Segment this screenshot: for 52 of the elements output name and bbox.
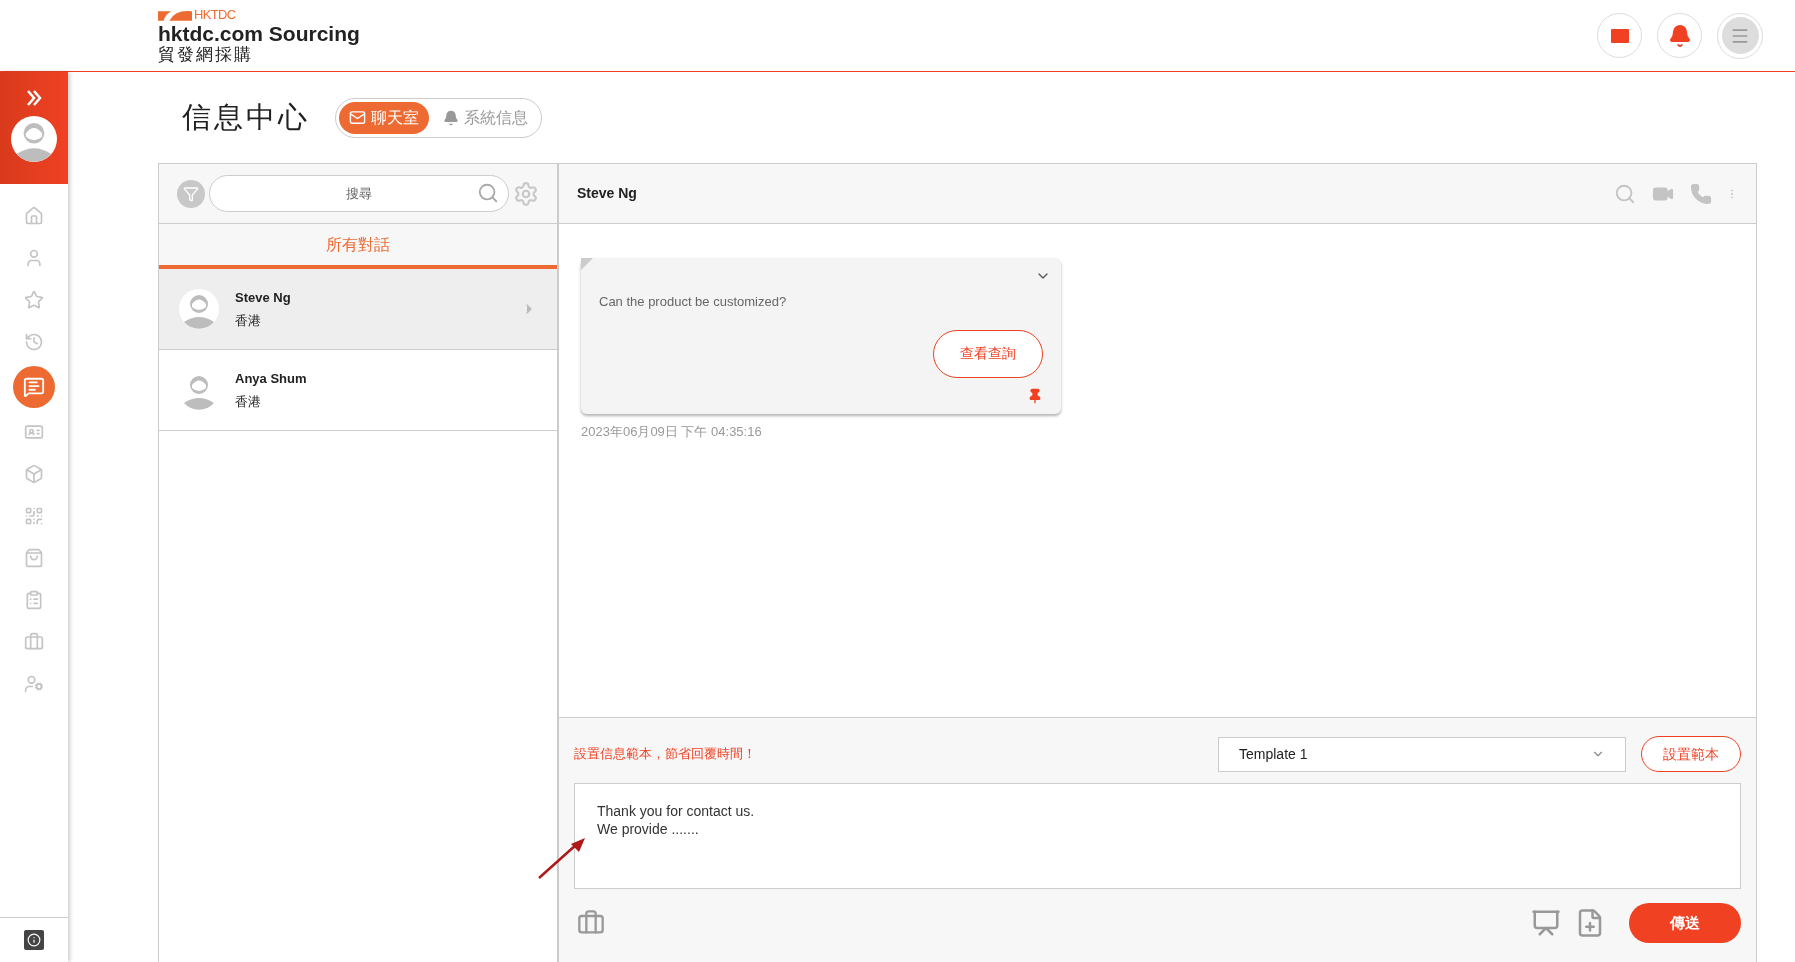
page-title: 信息中心	[182, 99, 310, 135]
sidebar-item[interactable]	[13, 366, 55, 408]
logo-wave-icon	[158, 8, 192, 21]
message-timestamp: 2023年06月09日 下午 04:35:16	[581, 422, 763, 441]
conversation-item[interactable]: Steve Ng 香港	[159, 269, 557, 350]
star-icon	[24, 290, 44, 310]
chat-contact-name: Steve Ng	[577, 184, 638, 203]
avatar-icon	[11, 116, 57, 162]
annotation-arrow	[537, 836, 587, 880]
filter-icon	[183, 185, 199, 202]
conversation-filter-tab[interactable]: 所有對話	[326, 232, 390, 257]
set-template-button[interactable]: 設置範本	[1641, 736, 1741, 772]
bag-icon	[24, 548, 44, 568]
briefcase-icon	[24, 632, 44, 652]
template-hint: 設置信息範本，節省回覆時間！	[574, 745, 757, 764]
view-inquiry-button[interactable]: 查看查詢	[933, 329, 1043, 378]
corner-fold-icon	[581, 258, 593, 270]
tab[interactable]: 聊天室	[339, 101, 429, 134]
template-dropdown[interactable]: Template 1	[1218, 736, 1626, 772]
user-gear-icon	[24, 674, 44, 694]
contact-location: 香港	[235, 392, 262, 411]
chat-icon	[23, 376, 45, 398]
message-field[interactable]: Thank you for contact us. We provide .......	[574, 783, 1741, 889]
avatar-icon	[179, 289, 219, 329]
settings-icon[interactable]	[513, 180, 539, 207]
message-text: Can the product be customized?	[599, 293, 788, 311]
id-card-icon	[24, 422, 44, 442]
logo-mark: HKTDC	[194, 8, 236, 21]
info-button[interactable]	[24, 930, 44, 950]
brand-subtitle: 貿發網採購	[158, 46, 254, 63]
history-icon	[24, 332, 44, 352]
contact-location: 香港	[235, 311, 262, 330]
filter-button[interactable]	[177, 179, 205, 208]
search-icon[interactable]	[1614, 182, 1636, 205]
send-button[interactable]: 傳送	[1629, 903, 1741, 943]
brand-name: hktdc.com Sourcing	[158, 23, 360, 44]
search-icon	[477, 182, 499, 204]
bell-icon	[1667, 23, 1692, 48]
home-icon	[24, 206, 44, 226]
info-icon	[27, 933, 41, 947]
qr-code-icon	[24, 506, 44, 526]
checklist-icon	[24, 590, 44, 610]
contact-name: Steve Ng	[235, 289, 292, 307]
box-icon	[24, 464, 44, 484]
person-icon	[24, 248, 44, 268]
expand-icon[interactable]	[24, 88, 44, 108]
search-field[interactable]: 搜尋	[209, 175, 509, 212]
contact-name: Anya Shum	[235, 370, 308, 388]
phone-icon[interactable]	[1690, 182, 1712, 205]
tab[interactable]: 系統信息	[433, 101, 538, 134]
pin-icon	[1027, 387, 1043, 404]
bell-icon	[443, 109, 459, 126]
